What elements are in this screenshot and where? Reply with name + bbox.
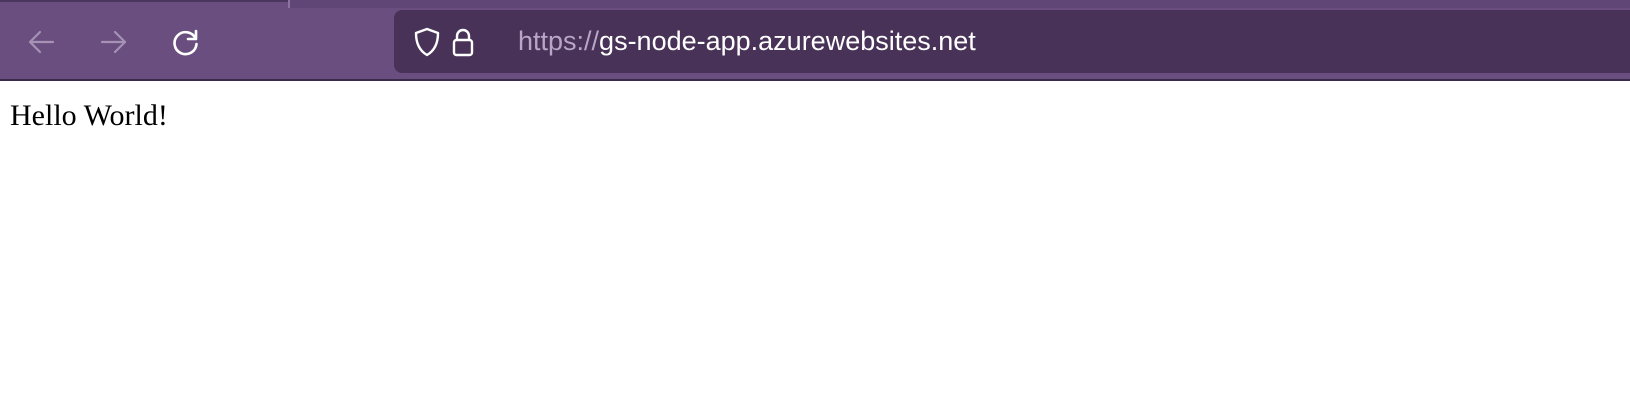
lock-icon xyxy=(452,28,474,57)
url-scheme: https:// xyxy=(518,26,600,56)
page-body-text: Hello World! xyxy=(10,99,168,132)
url-field[interactable]: https://gs-node-app.azurewebsites.net xyxy=(518,23,976,59)
back-button[interactable] xyxy=(21,22,61,62)
tab-strip xyxy=(0,0,1630,8)
reload-icon xyxy=(173,29,198,56)
site-info-button[interactable] xyxy=(446,25,480,59)
url-host: gs-node-app.azurewebsites.net xyxy=(599,26,976,56)
forward-button[interactable] xyxy=(94,22,134,62)
address-bar[interactable]: https://gs-node-app.azurewebsites.net xyxy=(394,10,1630,73)
arrow-left-icon xyxy=(28,30,55,54)
shield-icon xyxy=(414,27,440,57)
reload-button[interactable] xyxy=(166,22,206,62)
tracking-protection-button[interactable] xyxy=(410,25,444,59)
arrow-right-icon xyxy=(100,30,127,54)
browser-toolbar: https://gs-node-app.azurewebsites.net xyxy=(0,0,1630,81)
